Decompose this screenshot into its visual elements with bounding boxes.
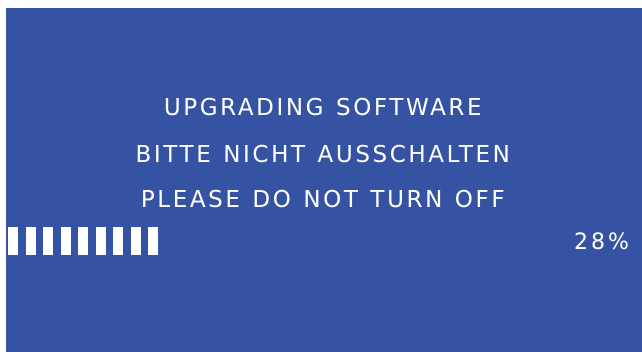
- progress-segment: [148, 227, 158, 255]
- upgrading-message: UPGRADING SOFTWARE: [163, 95, 485, 121]
- progress-percent: 28%: [574, 230, 632, 255]
- do-not-turn-off-message-en: PLEASE DO NOT TURN OFF: [140, 187, 508, 213]
- progress-segment: [43, 227, 53, 255]
- progress-segment: [8, 227, 18, 255]
- progress-segment: [78, 227, 88, 255]
- progress-segment: [130, 227, 141, 255]
- progress-segment: [95, 227, 106, 255]
- upgrade-screen: UPGRADING SOFTWARE BITTE NICHT AUSSCHALT…: [6, 8, 642, 352]
- progress-segment: [60, 227, 71, 255]
- progress-segment: [25, 227, 36, 255]
- do-not-switch-off-message-de: BITTE NICHT AUSSCHALTEN: [135, 142, 513, 168]
- progress-segment: [113, 227, 123, 255]
- progress-bar: [8, 227, 168, 255]
